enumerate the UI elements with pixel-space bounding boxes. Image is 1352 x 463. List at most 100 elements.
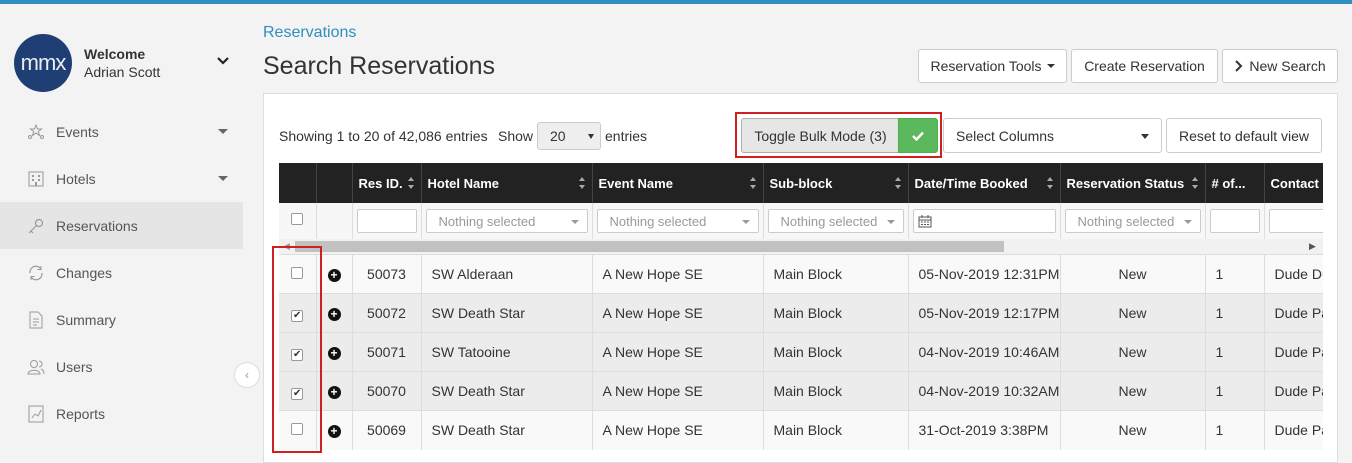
column-label: Reservation Status: [1066, 175, 1185, 191]
date-booked-cell: 05-Nov-2019 12:31PM: [908, 254, 1061, 294]
table-info: Showing 1 to 20 of 42,086 entries: [279, 128, 488, 144]
expand-plus-icon[interactable]: +: [327, 307, 341, 321]
select-columns-dropdown[interactable]: Select Columns: [943, 118, 1162, 153]
event-name-cell: A New Hope SE: [592, 254, 764, 294]
column-label: Date/Time Booked: [914, 175, 1028, 191]
breadcrumb[interactable]: Reservations: [263, 24, 356, 42]
sidebar-item-label: Changes: [56, 264, 113, 281]
date-booked-cell: 05-Nov-2019 12:17PM: [908, 293, 1061, 333]
column-header-date-booked[interactable]: Date/Time Booked: [908, 163, 1061, 203]
bulk-confirm-button[interactable]: [898, 118, 938, 153]
hotel-name-filter-select[interactable]: Nothing selected: [425, 209, 588, 233]
date-booked-filter-input[interactable]: [912, 209, 1056, 233]
create-reservation-button[interactable]: Create Reservation: [1071, 49, 1218, 83]
filter-cell: [352, 203, 422, 239]
filter-placeholder: Nothing selected: [1077, 213, 1175, 229]
horizontal-scrollbar[interactable]: ◀ ▶: [279, 239, 1323, 255]
select-all-checkbox[interactable]: [291, 213, 304, 225]
reservations-table: Res ID. Hotel Name Event Name Sub-block …: [279, 163, 1323, 456]
collapse-sidebar-button[interactable]: ‹: [234, 362, 260, 388]
status-filter-select[interactable]: Nothing selected: [1064, 209, 1201, 233]
expand-plus-icon[interactable]: +: [327, 268, 341, 282]
sidebar-item-label: Events: [56, 123, 99, 140]
avatar: mmx: [14, 34, 72, 92]
contact-cell: Dude Pa: [1264, 332, 1323, 372]
expand-plus-icon[interactable]: +: [327, 346, 341, 360]
column-header-reservation-status[interactable]: Reservation Status: [1060, 163, 1206, 203]
sidebar-item-label: Reports: [56, 405, 106, 422]
table-row[interactable]: ✔ +50070 SW Death Star A New Hope SE Main Bl…: [279, 371, 1323, 411]
sort-icon: [578, 177, 585, 189]
table-row[interactable]: +50073 SW Alderaan A New Hope SE Main Block…: [279, 254, 1323, 294]
column-header-contact-name[interactable]: Contact Na: [1264, 163, 1323, 203]
caret-down-icon: [218, 176, 228, 181]
status-cell[interactable]: New: [1060, 332, 1206, 372]
sidebar-item-changes[interactable]: Changes: [0, 249, 244, 296]
sidebar-item-hotels[interactable]: Hotels: [0, 155, 244, 202]
contact-cell: Dude Pa: [1264, 410, 1323, 450]
column-header-count[interactable]: # of...: [1205, 163, 1265, 203]
sub-block-cell: Main Block: [763, 371, 909, 411]
column-header-event-name[interactable]: Event Name: [592, 163, 764, 203]
calendar-icon: [918, 214, 931, 227]
status-cell[interactable]: New: [1060, 410, 1206, 450]
contact-filter-input[interactable]: [1268, 209, 1323, 233]
filter-cell: Nothing selected: [763, 203, 909, 239]
filter-cell: [1205, 203, 1265, 239]
res-id-cell: 50070: [352, 371, 422, 411]
sidebar-item-events[interactable]: Events: [0, 108, 244, 155]
sub-block-cell: Main Block: [763, 410, 909, 450]
select-columns-label: Select Columns: [956, 127, 1055, 144]
expand-plus-icon[interactable]: +: [327, 385, 341, 399]
sort-icon: [407, 177, 414, 189]
new-search-button[interactable]: New Search: [1222, 49, 1338, 83]
table-row[interactable]: ✔ +50072 SW Death Star A New Hope SE Main Bl…: [279, 293, 1323, 333]
scrollbar-thumb[interactable]: [295, 241, 1004, 252]
count-filter-input[interactable]: [1209, 209, 1260, 233]
entries-label: entries: [605, 128, 648, 144]
res-id-filter-input[interactable]: [356, 209, 417, 233]
toggle-bulk-mode-button[interactable]: Toggle Bulk Mode (3): [741, 118, 899, 153]
sort-icon: [894, 177, 901, 189]
caret-down-icon: [741, 220, 750, 224]
reset-default-view-button[interactable]: Reset to default view: [1166, 118, 1322, 153]
filter-placeholder: Nothing selected: [780, 213, 878, 229]
user-menu[interactable]: mmx Welcome Adrian Scott: [14, 34, 244, 94]
event-name-cell: A New Hope SE: [592, 410, 764, 450]
table-row[interactable]: +50069 SW Death Star A New Hope SE Main Blo…: [279, 410, 1323, 450]
scroll-right-icon[interactable]: ▶: [1309, 241, 1316, 252]
column-header-res-id[interactable]: Res ID.: [352, 163, 422, 203]
sidebar-item-summary[interactable]: Summary: [0, 296, 244, 343]
date-booked-cell: 31-Oct-2019 3:38PM: [908, 410, 1061, 450]
sidebar-item-users[interactable]: Users: [0, 343, 244, 390]
sidebar-item-reservations[interactable]: Reservations: [0, 202, 243, 249]
sidebar-item-label: Summary: [56, 311, 116, 328]
caret-down-icon: [1183, 220, 1192, 224]
filter-cell: Nothing selected: [1060, 203, 1206, 239]
page-length-select[interactable]: 20: [537, 122, 601, 150]
stars-icon: [26, 122, 46, 142]
status-cell[interactable]: New: [1060, 371, 1206, 411]
column-header-sub-block[interactable]: Sub-block: [763, 163, 909, 203]
welcome-text: Welcome: [84, 46, 146, 62]
count-cell: 1: [1205, 371, 1265, 411]
caret-down-icon: [218, 129, 228, 134]
sub-block-filter-select[interactable]: Nothing selected: [767, 209, 904, 233]
res-id-cell: 50069: [352, 410, 422, 450]
column-label: # of...: [1211, 175, 1246, 191]
status-cell[interactable]: New: [1060, 293, 1206, 333]
column-header-hotel-name[interactable]: Hotel Name: [421, 163, 593, 203]
sidebar-item-reports[interactable]: Reports: [0, 390, 244, 437]
key-icon: [26, 216, 46, 236]
event-name-filter-select[interactable]: Nothing selected: [596, 209, 759, 233]
filter-empty-cell: [316, 203, 353, 239]
chevron-down-icon[interactable]: [214, 52, 232, 70]
chevron-left-icon: ‹: [245, 368, 249, 382]
table-row[interactable]: ✔ +50071 SW Tatooine A New Hope SE Main Bloc…: [279, 332, 1323, 372]
reservation-tools-button[interactable]: Reservation Tools: [918, 49, 1067, 83]
status-cell[interactable]: New: [1060, 254, 1206, 294]
filter-placeholder: Nothing selected: [438, 213, 536, 229]
sort-icon: [749, 177, 756, 189]
expand-plus-icon[interactable]: +: [327, 424, 341, 438]
check-icon: [912, 131, 924, 141]
